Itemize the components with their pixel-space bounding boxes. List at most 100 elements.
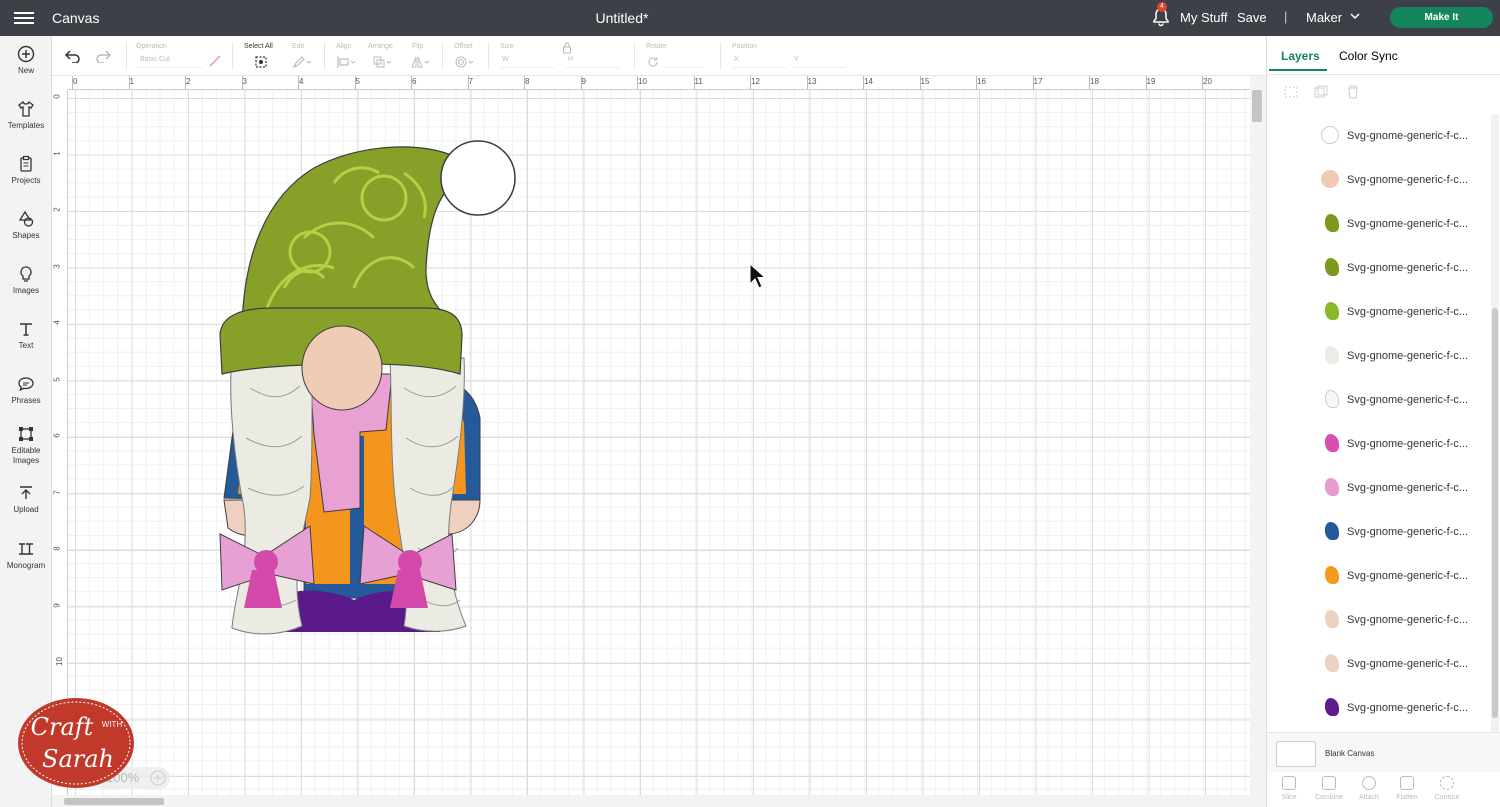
gnome-design[interactable] <box>214 138 520 640</box>
flatten-icon <box>1400 776 1414 790</box>
layer-item[interactable]: Svg-gnome-generic-f-c... <box>1267 510 1487 554</box>
layer-name: Svg-gnome-generic-f-c... <box>1347 306 1469 318</box>
layer-item[interactable]: Svg-gnome-generic-f-c... <box>1267 422 1487 466</box>
size-label: Size <box>500 43 514 50</box>
layer-thumbnail <box>1325 566 1339 584</box>
layer-item[interactable]: Svg-gnome-generic-f-c... <box>1267 334 1487 378</box>
tab-layers[interactable]: Layers <box>1281 49 1320 63</box>
layer-item[interactable]: Svg-gnome-generic-f-c... <box>1267 378 1487 422</box>
scroll-thumb[interactable] <box>1252 90 1262 122</box>
layer-thumbnail <box>1321 170 1339 188</box>
align-label: Align <box>336 43 352 50</box>
design-canvas[interactable] <box>68 90 1250 795</box>
layers-scrollbar[interactable] <box>1491 114 1499 732</box>
trash-icon[interactable] <box>1345 85 1361 99</box>
ruler-tick-label: 5 <box>52 376 62 382</box>
sidebar-item-monogram[interactable]: Monogram <box>0 540 52 571</box>
ruler-tick-label: 6 <box>52 433 62 438</box>
combine-icon <box>1322 776 1336 790</box>
make-it-button[interactable]: Make It <box>1390 7 1493 28</box>
attach-button[interactable]: Attach <box>1349 776 1389 801</box>
layer-name: Svg-gnome-generic-f-c... <box>1347 174 1469 186</box>
save-button[interactable]: Save <box>1237 10 1267 25</box>
scroll-thumb[interactable] <box>64 798 164 805</box>
layer-thumbnail <box>1325 478 1339 496</box>
speech-bubble-icon <box>18 377 34 392</box>
editable-image-icon <box>19 427 33 441</box>
flatten-button[interactable]: Flatten <box>1387 776 1427 801</box>
my-stuff-link[interactable]: My Stuff <box>1180 10 1227 25</box>
rotate-label: Rotate <box>646 43 667 50</box>
layer-item[interactable]: Svg-gnome-generic-f-c... <box>1267 642 1487 686</box>
ruler-tick-label: 20 <box>1203 77 1212 86</box>
ruler-tick-label: 17 <box>1033 77 1043 86</box>
arrange-label: Arrange <box>368 43 393 50</box>
layer-item[interactable]: Svg-gnome-generic-f-c... <box>1267 202 1487 246</box>
ruler-left: 0 1 2 3 4 5 6 7 8 9 10 <box>52 90 68 795</box>
x-input[interactable] <box>732 54 786 68</box>
width-input[interactable] <box>500 54 554 68</box>
sidebar-item-phrases[interactable]: Phrases <box>0 375 52 406</box>
layer-item[interactable]: Svg-gnome-generic-f-c... <box>1267 246 1487 290</box>
sidebar-item-new[interactable]: New <box>0 45 52 76</box>
layer-thumbnail <box>1325 698 1339 716</box>
zoom-in-icon[interactable] <box>150 770 166 786</box>
canvas-horizontal-scrollbar[interactable] <box>52 795 1250 807</box>
layer-thumbnail <box>1325 390 1339 408</box>
contour-button[interactable]: Contour <box>1427 776 1467 801</box>
sidebar-item-templates[interactable]: Templates <box>0 100 52 131</box>
duplicate-icon[interactable] <box>1313 85 1329 99</box>
combine-button[interactable]: Combine <box>1309 776 1349 801</box>
ruler-tick-label: 12 <box>751 77 760 86</box>
edit-label: Edit <box>292 43 305 50</box>
layer-thumbnail <box>1325 346 1339 364</box>
tab-color-sync[interactable]: Color Sync <box>1339 49 1398 63</box>
sidebar-item-images[interactable]: Images <box>0 265 52 296</box>
layer-item[interactable]: Svg-gnome-generic-f-c... <box>1267 158 1487 202</box>
sidebar-item-editable-images[interactable]: Editable Images <box>0 425 52 466</box>
lock-icon[interactable] <box>562 42 572 54</box>
layers-panel: Layers Color Sync Svg-gnome-generic-f-c.… <box>1266 36 1500 807</box>
operation-label: Operation <box>136 43 167 50</box>
layer-thumbnail <box>1325 434 1339 452</box>
slice-button[interactable]: Slice <box>1269 776 1309 801</box>
document-title[interactable]: Untitled* <box>0 10 1244 26</box>
scroll-thumb[interactable] <box>1492 308 1498 718</box>
layers-list: Svg-gnome-generic-f-c... Svg-gnome-generi… <box>1267 114 1487 732</box>
redo-icon[interactable] <box>94 49 112 63</box>
sidebar-item-projects[interactable]: Projects <box>0 155 52 186</box>
chevron-down-icon[interactable] <box>1349 10 1361 22</box>
layer-thumbnail <box>1325 654 1339 672</box>
canvas-vertical-scrollbar[interactable] <box>1250 76 1266 807</box>
layer-item[interactable]: Svg-gnome-generic-f-c... <box>1267 598 1487 642</box>
sidebar-item-shapes[interactable]: Shapes <box>0 210 52 241</box>
flip-icon <box>411 56 430 68</box>
y-input[interactable] <box>792 54 846 68</box>
height-input[interactable] <box>566 54 620 68</box>
group-icon[interactable] <box>1283 85 1299 99</box>
layer-item[interactable]: Svg-gnome-generic-f-c... <box>1267 114 1487 158</box>
blank-canvas-row[interactable]: Blank Canvas <box>1267 732 1500 772</box>
sidebar-item-label: Phrases <box>11 396 41 405</box>
layer-item[interactable]: Svg-gnome-generic-f-c... <box>1267 290 1487 334</box>
layer-name: Svg-gnome-generic-f-c... <box>1347 350 1469 362</box>
machine-select[interactable]: Maker <box>1306 10 1342 25</box>
active-tab-indicator <box>1269 69 1327 71</box>
layer-item[interactable]: Svg-gnome-generic-f-c... <box>1267 466 1487 510</box>
layer-thumbnail <box>1325 258 1339 276</box>
ruler-tick-label: 18 <box>1090 77 1099 86</box>
layer-name: Svg-gnome-generic-f-c... <box>1347 482 1469 494</box>
sidebar-item-text[interactable]: Text <box>0 320 52 351</box>
ruler-tick-label: 0 <box>73 77 78 86</box>
ruler-corner <box>52 76 68 90</box>
ruler-tick-label: 3 <box>242 77 247 86</box>
rotate-icon <box>648 57 658 67</box>
undo-icon[interactable] <box>64 49 82 63</box>
shirt-icon <box>18 100 34 117</box>
rotate-input[interactable] <box>664 54 704 68</box>
blank-canvas-swatch[interactable] <box>1276 741 1316 767</box>
layer-item[interactable]: Svg-gnome-generic-f-c... <box>1267 554 1487 598</box>
sidebar-item-label: New <box>17 66 34 75</box>
sidebar-item-upload[interactable]: Upload <box>0 484 52 515</box>
layer-item[interactable]: Svg-gnome-generic-f-c... <box>1267 686 1487 730</box>
